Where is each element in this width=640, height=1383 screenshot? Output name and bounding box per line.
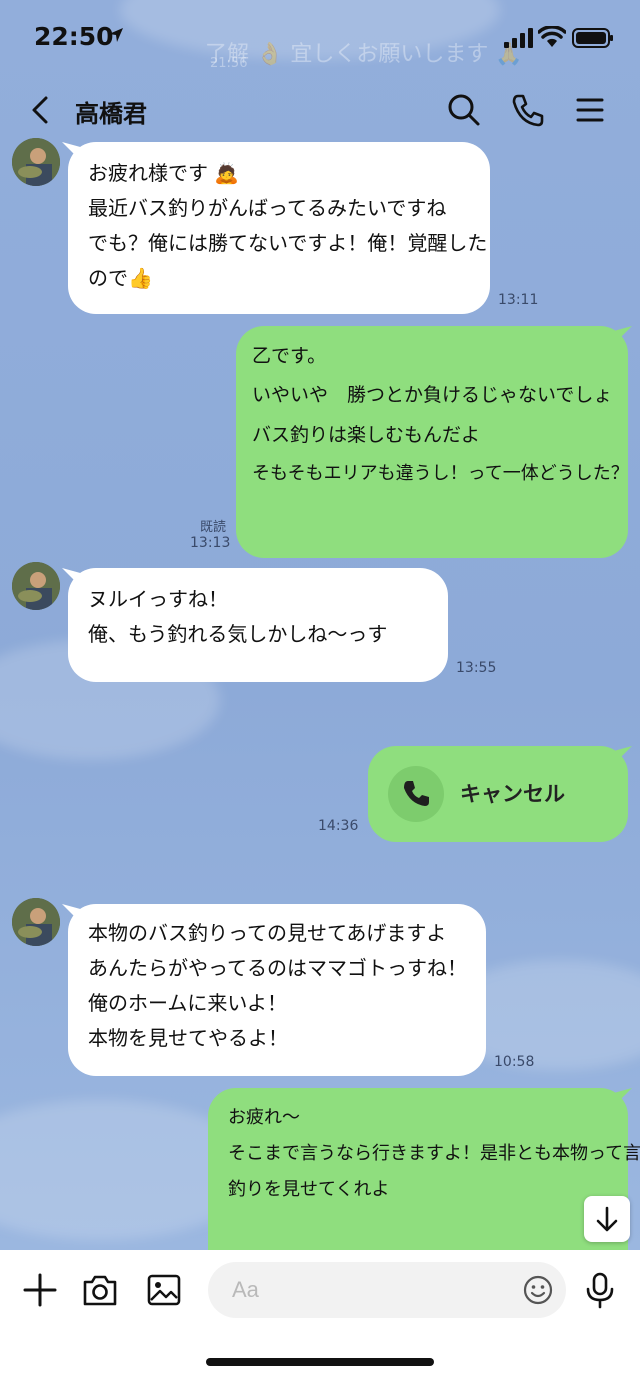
message-line: いやいや 勝つとか負けるじゃないでしょ (252, 384, 613, 407)
message-line: お疲れ〜 (228, 1107, 300, 1128)
message-bubble-incoming[interactable]: 本物のバス釣りっての見せてあげますよ あんたらがやってるのはママゴトっすね！ 俺… (68, 904, 486, 1076)
call-icon-circle (388, 766, 444, 822)
avatar[interactable] (12, 898, 60, 946)
read-receipt: 既読 (200, 520, 227, 535)
message-line: 俺のホームに来いよ！ (88, 991, 287, 1015)
location-arrow-icon (109, 28, 123, 42)
battery-icon (572, 28, 613, 48)
camera-icon[interactable] (80, 1270, 120, 1310)
message-line: 本物のバス釣りっての見せてあげますよ (88, 921, 447, 945)
call-status-label: キャンセル (460, 782, 565, 806)
plus-icon[interactable] (20, 1270, 60, 1310)
image-gallery-icon[interactable] (144, 1270, 184, 1310)
status-time: 22:50 (34, 22, 114, 51)
message-timestamp: 13:13 (190, 535, 231, 551)
message-line: ので👍 (88, 266, 153, 290)
message-line: ヌルイっすね！ (88, 587, 228, 611)
message-timestamp: 14:36 (318, 818, 359, 834)
avatar[interactable] (12, 562, 60, 610)
search-icon[interactable] (444, 90, 484, 130)
scroll-to-bottom-button[interactable] (584, 1196, 630, 1242)
status-bar: 22:50 (0, 0, 640, 80)
arrow-down-icon (596, 1206, 618, 1232)
message-timestamp: 10:58 (494, 1054, 535, 1070)
message-bubble-incoming[interactable]: ヌルイっすね！ 俺、もう釣れる気しかしね〜っす (68, 568, 448, 682)
chat-header: 高橋君 (0, 82, 640, 138)
message-line: 釣りを見せてくれよ (228, 1179, 390, 1200)
cellular-signal-icon (504, 28, 533, 48)
message-input[interactable] (232, 1274, 512, 1306)
message-timestamp: 13:55 (456, 660, 497, 676)
message-bubble-outgoing[interactable]: 乙です。 いやいや 勝つとか負けるじゃないでしょ バス釣りは楽しむもんだよ そも… (236, 326, 629, 558)
message-line: でも？俺には勝てないですよ！俺！覚醒した (88, 231, 488, 255)
call-cancelled-bubble[interactable]: キャンセル (368, 746, 628, 842)
message-timestamp: 13:11 (498, 292, 539, 308)
chat-title: 高橋君 (75, 100, 147, 128)
message-line: 本物を見せてやるよ！ (88, 1026, 288, 1050)
emoji-icon[interactable] (522, 1274, 554, 1306)
message-line: あんたらがやってるのはママゴトっすね！ (88, 956, 467, 980)
back-chevron-icon[interactable] (26, 92, 56, 128)
message-line: そこまで言うなら行きますよ！是非とも本物って言う (228, 1143, 640, 1164)
message-line: お疲れ様です 🙇 (88, 161, 240, 185)
home-indicator (206, 1358, 434, 1366)
composer-bar (0, 1250, 640, 1383)
phone-call-icon[interactable] (508, 90, 548, 130)
phone-icon (404, 781, 429, 806)
message-line: 最近バス釣りがんばってるみたいですね (88, 196, 447, 220)
message-line: そもそもエリアも違うし！って一体どうした？ (252, 462, 629, 484)
avatar[interactable] (12, 138, 60, 186)
message-input-container (208, 1262, 566, 1318)
message-line: バス釣りは楽しむもんだよ (252, 423, 481, 446)
message-line: 乙です。 (252, 345, 327, 367)
message-line: 俺、もう釣れる気しかしね〜っす (88, 622, 388, 646)
microphone-icon[interactable] (580, 1270, 620, 1310)
message-bubble-incoming[interactable]: お疲れ様です 🙇 最近バス釣りがんばってるみたいですね でも？俺には勝てないです… (68, 142, 490, 314)
menu-icon[interactable] (570, 90, 610, 130)
wifi-icon (538, 26, 566, 47)
